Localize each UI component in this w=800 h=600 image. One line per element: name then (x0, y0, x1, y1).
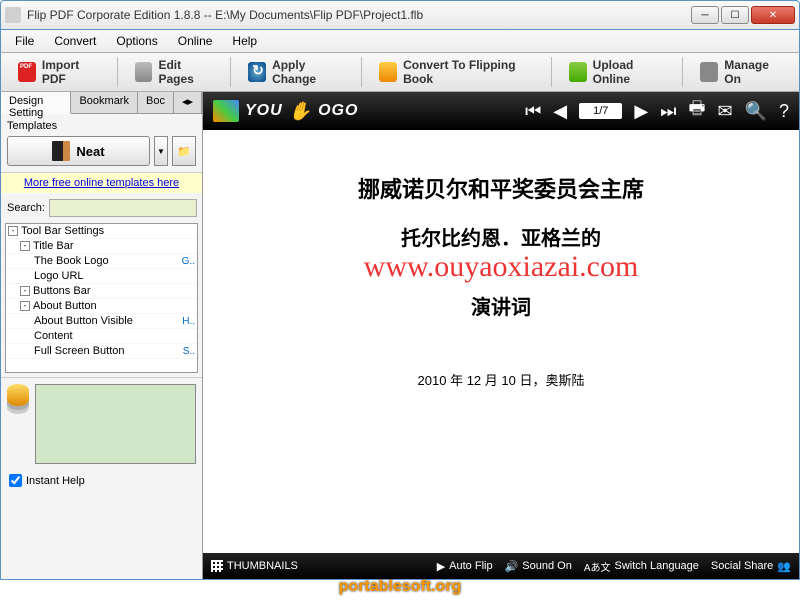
apply-change-button[interactable]: Apply Change (237, 56, 355, 88)
template-import-button[interactable]: 📁 (172, 136, 196, 166)
tree-fullscreen[interactable]: Full Screen ButtonS.. (6, 344, 197, 359)
gear-icon (700, 62, 718, 82)
app-icon (5, 7, 21, 23)
help-button[interactable]: ? (779, 101, 789, 122)
edit-icon (135, 62, 153, 82)
page-heading-1: 挪威诺贝尔和平奖委员会主席 (223, 172, 779, 204)
preview-header: YOU ✋ OGO ⏮ ◀ 1/7 ▶ ⏭ 🖶 ✉ 🔍 ? (203, 92, 799, 130)
menu-online[interactable]: Online (168, 32, 223, 50)
tree-buttons-bar[interactable]: -Buttons Bar (6, 284, 197, 299)
menu-bar: File Convert Options Online Help (0, 30, 800, 52)
next-page-button[interactable]: ▶ (634, 101, 648, 122)
import-pdf-button[interactable]: Import PDF (7, 56, 111, 88)
settings-tree[interactable]: -Tool Bar Settings -Title Bar The Book L… (5, 223, 198, 373)
manage-button[interactable]: Manage On (689, 56, 793, 88)
search-row: Search: (1, 193, 202, 223)
toolbar: Import PDF Edit Pages Apply Change Conve… (0, 52, 800, 92)
search-input[interactable] (49, 199, 197, 217)
thumbnails-button[interactable]: THUMBNAILS (211, 560, 298, 572)
close-button[interactable]: ✕ (751, 6, 795, 24)
menu-options[interactable]: Options (106, 32, 167, 50)
templates-section: Templates Neat ▼ 📁 (1, 114, 202, 173)
page-nav: ⏮ ◀ 1/7 ▶ ⏭ 🖶 ✉ 🔍 ? (525, 96, 789, 126)
tab-boc[interactable]: Boc (138, 92, 174, 113)
tree-logo-url[interactable]: Logo URL (6, 269, 197, 284)
divider (551, 57, 552, 87)
preview-area: YOU ✋ OGO ⏮ ◀ 1/7 ▶ ⏭ 🖶 ✉ 🔍 ? 挪威诺贝尔和平奖委员… (203, 92, 799, 579)
tree-toolbar-settings[interactable]: -Tool Bar Settings (6, 224, 197, 239)
page-date: 2010 年 12 月 10 日，奥斯陆 (223, 370, 779, 389)
prev-page-button[interactable]: ◀ (553, 101, 567, 122)
minimize-button[interactable]: ─ (691, 6, 719, 24)
database-icon (7, 384, 29, 406)
tree-about-button[interactable]: -About Button (6, 299, 197, 314)
divider (361, 57, 362, 87)
tree-title-bar[interactable]: -Title Bar (6, 239, 197, 254)
email-button[interactable]: ✉ (717, 101, 732, 122)
language-button[interactable]: Aあ文 Switch Language (584, 559, 699, 574)
left-panel: Design Setting Bookmark Boc ◂▸ Templates… (1, 92, 203, 579)
maximize-button[interactable]: ☐ (721, 6, 749, 24)
page-heading-3: 演讲词 (223, 291, 779, 320)
menu-convert[interactable]: Convert (44, 32, 106, 50)
book-icon (52, 141, 70, 161)
sound-button[interactable]: 🔊 Sound On (505, 560, 572, 573)
grid-icon (211, 560, 223, 572)
print-button[interactable]: 🖶 (688, 96, 705, 126)
preview-logo: YOU ✋ OGO (213, 100, 358, 122)
window-titlebar: Flip PDF Corporate Edition 1.8.8 -- E:\M… (0, 0, 800, 30)
templates-label: Templates (7, 120, 196, 132)
last-page-button[interactable]: ⏭ (660, 101, 676, 122)
tab-scroll[interactable]: ◂▸ (174, 92, 202, 113)
tab-design-setting[interactable]: Design Setting (1, 92, 71, 114)
page-canvas[interactable]: 挪威诺贝尔和平奖委员会主席 托尔比约恩．亚格兰的 www.ouyaoxiazai… (203, 130, 799, 553)
template-dropdown[interactable]: ▼ (154, 136, 168, 166)
divider (682, 57, 683, 87)
convert-button[interactable]: Convert To Flipping Book (368, 56, 545, 88)
logo-icon (213, 100, 239, 122)
instant-help-label: Instant Help (26, 475, 85, 487)
tree-book-logo[interactable]: The Book LogoG.. (6, 254, 197, 269)
watermark-footer: portablesoft.org (0, 578, 800, 596)
instant-help-checkbox[interactable] (9, 474, 22, 487)
pdf-icon (18, 62, 36, 82)
page-heading-2: 托尔比约恩．亚格兰的 (223, 222, 779, 251)
logo-preview-box[interactable] (35, 384, 196, 464)
autoflip-button[interactable]: ▶ Auto Flip (437, 560, 493, 573)
social-share-button[interactable]: Social Share 👥 (711, 560, 791, 573)
more-templates-link[interactable]: More free online templates here (1, 173, 202, 193)
page-number[interactable]: 1/7 (579, 103, 622, 119)
template-neat-button[interactable]: Neat (7, 136, 150, 166)
menu-file[interactable]: File (5, 32, 44, 50)
zoom-button[interactable]: 🔍 (745, 101, 767, 122)
upload-button[interactable]: Upload Online (558, 56, 677, 88)
search-label: Search: (7, 202, 45, 214)
tab-bookmark[interactable]: Bookmark (71, 92, 138, 113)
hand-icon: ✋ (289, 101, 312, 122)
divider (230, 57, 231, 87)
logo-preview-area (1, 377, 202, 470)
book-icon (379, 62, 397, 82)
edit-pages-button[interactable]: Edit Pages (124, 56, 225, 88)
instant-help-row: Instant Help (1, 470, 202, 491)
preview-footer: THUMBNAILS ▶ Auto Flip 🔊 Sound On Aあ文 Sw… (203, 553, 799, 579)
left-tabs: Design Setting Bookmark Boc ◂▸ (1, 92, 202, 114)
first-page-button[interactable]: ⏮ (525, 101, 541, 122)
tree-about-visible[interactable]: About Button VisibleH.. (6, 314, 197, 329)
upload-icon (569, 62, 587, 82)
watermark-text: www.ouyaoxiazai.com (203, 250, 799, 284)
refresh-icon (248, 62, 266, 82)
menu-help[interactable]: Help (222, 32, 267, 50)
tree-content[interactable]: Content (6, 329, 197, 344)
window-title: Flip PDF Corporate Edition 1.8.8 -- E:\M… (27, 8, 691, 22)
divider (117, 57, 118, 87)
